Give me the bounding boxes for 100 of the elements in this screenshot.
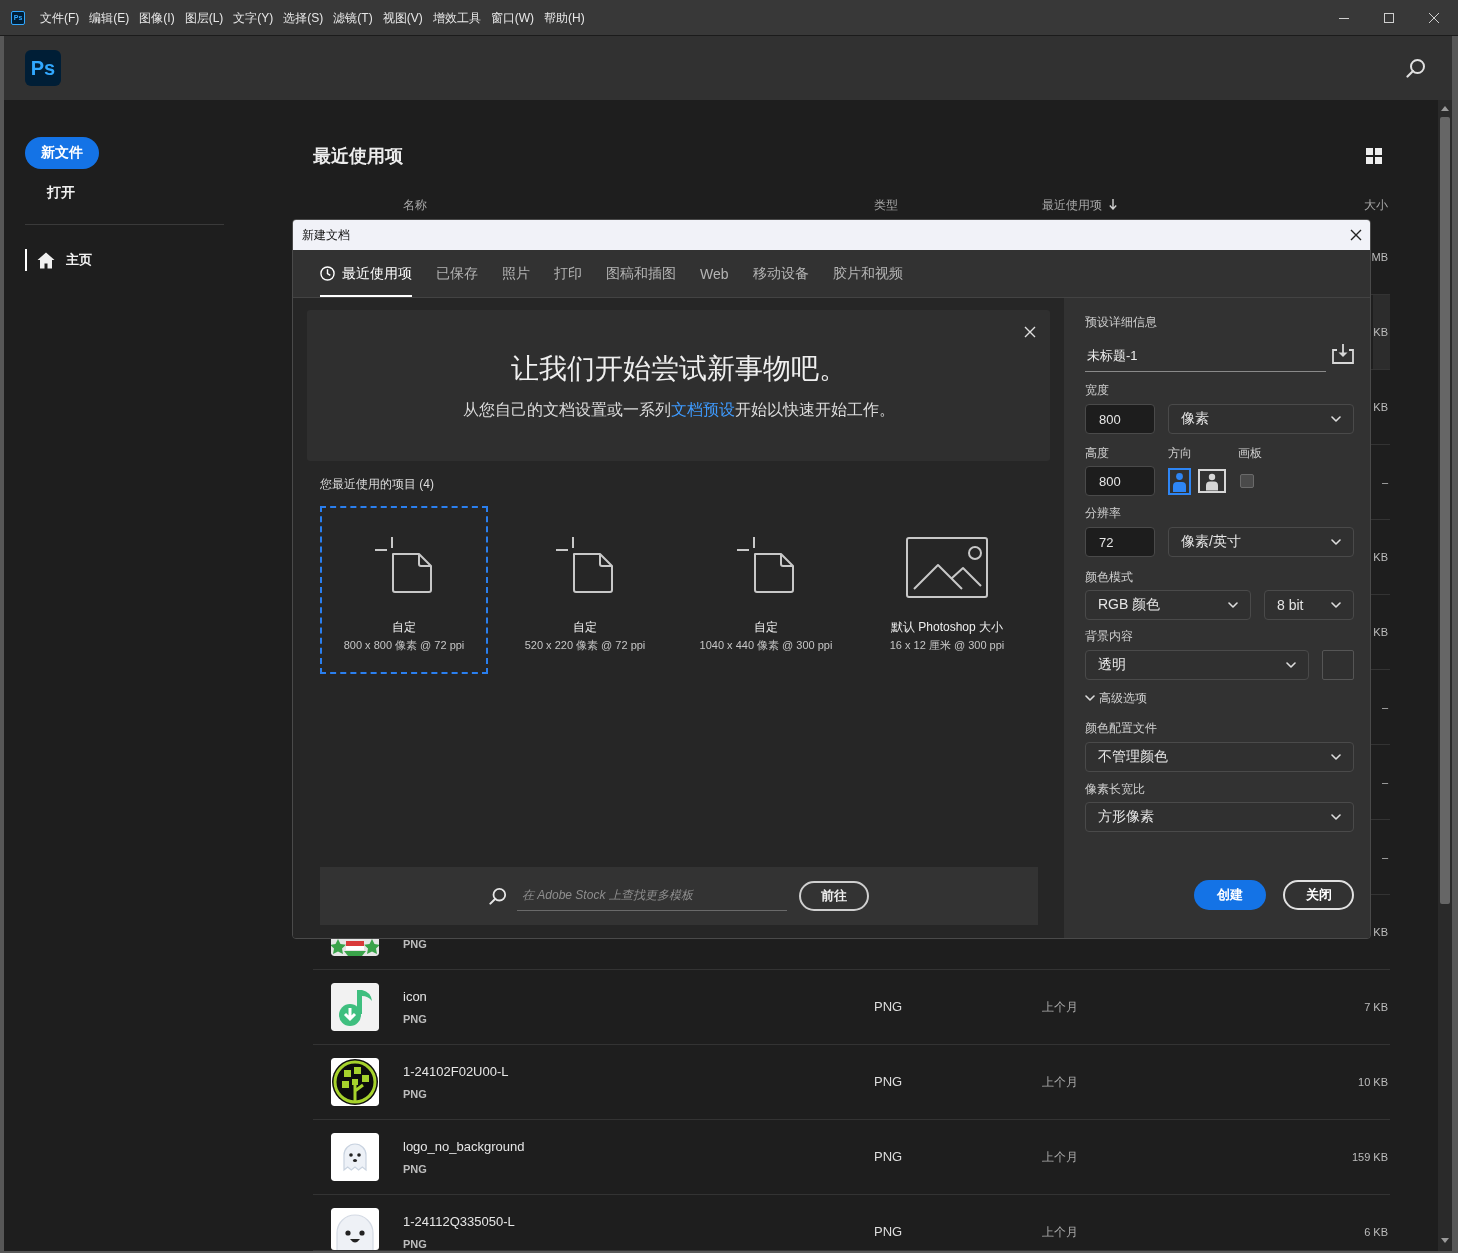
section-label: 您最近使用的项目 (4) xyxy=(320,476,434,492)
portrait-icon[interactable] xyxy=(1168,467,1191,495)
menu-item[interactable]: 图层(L) xyxy=(184,9,224,26)
file-size: – xyxy=(1381,700,1389,715)
tab[interactable]: 移动设备 xyxy=(752,250,809,297)
field-label: 分辨率 xyxy=(1085,505,1121,521)
tab[interactable]: 图稿和插图 xyxy=(606,250,676,297)
menu-item[interactable]: 选择(S) xyxy=(283,9,324,26)
field-label: 画板 xyxy=(1238,445,1262,461)
field-label: 方向 xyxy=(1168,445,1192,461)
menu-item[interactable]: 增效工具 xyxy=(432,9,481,26)
file-type: PNG xyxy=(874,1149,903,1165)
chevron-down-icon xyxy=(1286,662,1296,668)
tab[interactable]: 照片 xyxy=(502,250,530,297)
menu-item[interactable]: 视图(V) xyxy=(382,9,423,26)
close-button[interactable]: 关闭 xyxy=(1283,880,1354,910)
new-document-icon xyxy=(375,537,433,593)
file-name: 1-24102F02U00-L xyxy=(403,1064,509,1080)
color-swatch[interactable] xyxy=(1322,650,1354,680)
search-icon[interactable] xyxy=(1406,58,1426,78)
field-label: 像素长宽比 xyxy=(1085,781,1145,797)
stock-search-field[interactable]: 在 Adobe Stock 上查找更多模板 xyxy=(517,881,787,911)
menu-item[interactable]: 窗口(W) xyxy=(490,9,534,26)
arrow-up-icon[interactable] xyxy=(1441,106,1449,111)
file-size: 10 KB xyxy=(1358,1075,1389,1090)
file-type: PNG xyxy=(874,999,903,1015)
bit-depth-dropdown[interactable]: 8 bit xyxy=(1264,590,1354,620)
background-dropdown[interactable]: 透明 xyxy=(1085,650,1309,680)
height-input[interactable]: 800 xyxy=(1085,466,1155,496)
download-icon[interactable] xyxy=(1332,344,1354,364)
scrollbar-thumb[interactable] xyxy=(1440,117,1450,904)
file-format: PNG xyxy=(403,938,427,950)
arrow-down-icon[interactable] xyxy=(1441,1238,1449,1243)
name-field[interactable]: 未标题-1 xyxy=(1085,340,1326,372)
file-size: 7 KB xyxy=(1364,1000,1389,1015)
tab[interactable]: Web xyxy=(700,250,729,297)
file-size: – xyxy=(1381,850,1389,865)
pixel-aspect-dropdown[interactable]: 方形像素 xyxy=(1085,802,1354,832)
menu-item[interactable]: 文字(Y) xyxy=(233,9,274,26)
panel-title: 预设详细信息 xyxy=(1085,314,1157,330)
menu-item[interactable]: 编辑(E) xyxy=(89,9,130,26)
tab[interactable]: 胶片和视频 xyxy=(832,250,903,297)
color-profile-dropdown[interactable]: 不管理颜色 xyxy=(1085,742,1354,772)
search-icon xyxy=(489,887,507,905)
resolution-input[interactable]: 72 xyxy=(1085,527,1155,557)
file-type: PNG xyxy=(874,1224,903,1240)
new-document-icon xyxy=(737,537,795,593)
artboard-checkbox[interactable] xyxy=(1240,474,1254,488)
maximize-icon[interactable] xyxy=(1384,12,1394,23)
menu-item[interactable]: 滤镜(T) xyxy=(333,9,373,26)
preset-card[interactable]: 自定 1040 x 440 像素 @ 300 ppi xyxy=(682,506,850,674)
preset-name: 自定 xyxy=(573,619,597,635)
chevron-down-icon xyxy=(1228,602,1238,608)
nav-item[interactable]: 主页 xyxy=(25,249,92,271)
preset-card[interactable]: 自定 800 x 800 像素 @ 72 ppi xyxy=(320,506,488,674)
new-file-button[interactable]: 新文件 xyxy=(25,137,99,169)
preset-size: 800 x 800 像素 @ 72 ppi xyxy=(343,638,465,652)
menu-item[interactable]: 帮助(H) xyxy=(544,9,585,26)
tab[interactable]: 打印 xyxy=(554,250,582,297)
column-header[interactable]: 最近使用项 xyxy=(1042,196,1117,213)
file-format: PNG xyxy=(403,1238,427,1250)
file-format: PNG xyxy=(403,1013,427,1025)
field-label: 颜色模式 xyxy=(1085,569,1133,585)
file-name: logo_no_background xyxy=(403,1139,525,1155)
color-mode-dropdown[interactable]: RGB 颜色 xyxy=(1085,590,1251,620)
tab[interactable]: 已保存 xyxy=(436,250,478,297)
chevron-down-icon xyxy=(1085,695,1095,701)
menu-item[interactable]: 图像(I) xyxy=(139,9,175,26)
file-name: icon xyxy=(403,989,427,1005)
preset-card[interactable]: 默认 Photoshop 大小 16 x 12 厘米 @ 300 ppi xyxy=(863,506,1031,674)
open-link[interactable]: 打开 xyxy=(47,182,75,202)
chevron-down-icon xyxy=(1331,416,1341,422)
preset-size: 1040 x 440 像素 @ 300 ppi xyxy=(699,638,833,652)
landscape-icon[interactable] xyxy=(1198,469,1226,493)
column-header[interactable]: 名称 xyxy=(403,196,427,213)
unit-dropdown[interactable]: 像素 xyxy=(1168,404,1354,434)
file-size: KB xyxy=(1373,925,1389,940)
grid-view-icon[interactable] xyxy=(1366,148,1382,164)
file-size: KB xyxy=(1373,400,1389,415)
file-type: PNG xyxy=(874,1074,903,1090)
create-button[interactable]: 创建 xyxy=(1194,880,1266,910)
preset-card[interactable]: 自定 520 x 220 像素 @ 72 ppi xyxy=(501,506,669,674)
presets-link[interactable]: 文档预设 xyxy=(670,401,735,418)
width-input[interactable]: 800 xyxy=(1085,404,1155,434)
preset-name: 默认 Photoshop 大小 xyxy=(890,619,1004,635)
file-size: – xyxy=(1381,775,1389,790)
file-name: 1-24112Q335050-L xyxy=(403,1214,515,1230)
advanced-options-toggle[interactable]: 高级选项 xyxy=(1085,690,1147,706)
chevron-down-icon xyxy=(1331,814,1341,820)
go-button[interactable]: 前往 xyxy=(799,881,869,911)
app-logo: Ps xyxy=(25,50,61,86)
preset-size: 520 x 220 像素 @ 72 ppi xyxy=(524,638,646,652)
field-label: 颜色配置文件 xyxy=(1085,720,1157,736)
unit-dropdown[interactable]: 像素/英寸 xyxy=(1168,527,1354,557)
column-header[interactable]: 类型 xyxy=(874,196,898,213)
close-icon[interactable] xyxy=(1350,229,1362,241)
column-header[interactable]: 大小 xyxy=(1364,196,1390,213)
modified-date: 上个月 xyxy=(1042,999,1078,1015)
section-title: 最近使用项 xyxy=(313,145,403,168)
menu-item[interactable]: 文件(F) xyxy=(40,9,80,26)
